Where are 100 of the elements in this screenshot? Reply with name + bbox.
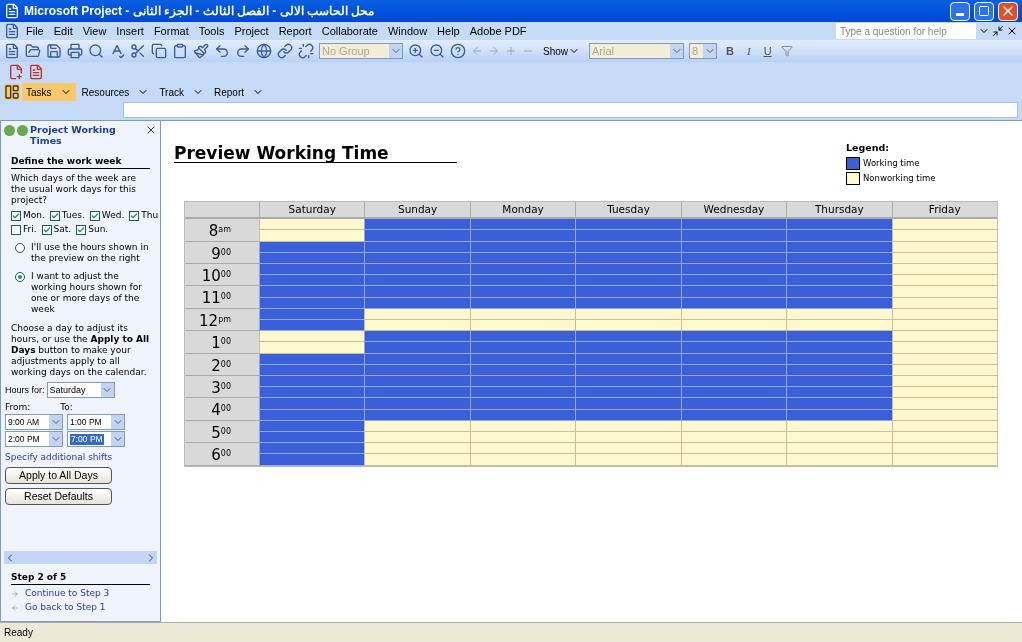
- day-label: Fri.: [23, 224, 37, 235]
- back-link[interactable]: Go back to Step 1: [25, 602, 106, 613]
- legend-label: Nonworking time: [863, 172, 936, 186]
- forward-icon[interactable]: [17, 125, 28, 136]
- underline-button[interactable]: U: [759, 42, 776, 60]
- day-checkbox[interactable]: [76, 224, 87, 235]
- menu-item[interactable]: Adobe PDF: [465, 22, 531, 40]
- print-icon[interactable]: [67, 43, 83, 59]
- day-checkbox[interactable]: [49, 210, 60, 221]
- day-label: Sat.: [53, 224, 72, 235]
- to-dropdown[interactable]: 7:00 PM: [67, 431, 125, 447]
- document-icon[interactable]: [4, 23, 20, 39]
- close-icon[interactable]: [145, 124, 157, 136]
- undo-icon[interactable]: [214, 43, 230, 59]
- day-checkbox[interactable]: [11, 210, 21, 221]
- next-link[interactable]: Continue to Step 3: [25, 588, 110, 599]
- close-button[interactable]: [998, 1, 1018, 21]
- from-dropdown[interactable]: 2:00 PM: [5, 431, 63, 447]
- brush-icon[interactable]: [193, 43, 209, 59]
- pane-button[interactable]: Apply to All Days: [5, 467, 112, 484]
- minimize-icon: [956, 12, 964, 16]
- save-icon[interactable]: [46, 43, 62, 59]
- legend-title: Legend:: [846, 141, 891, 155]
- instructions-text: Choose a day to adjust its hours, or use the Apply to All Days button to make your adjustments apply to all working days on the calendar.: [11, 322, 150, 378]
- zoom-out-icon[interactable]: [429, 43, 445, 59]
- bold-button[interactable]: B: [722, 42, 738, 60]
- cut-icon[interactable]: [130, 43, 146, 59]
- menu-item[interactable]: Collaborate: [317, 22, 382, 40]
- paste-icon[interactable]: [172, 43, 188, 59]
- day-header: Sunday: [364, 202, 470, 220]
- entry-field[interactable]: [123, 102, 1018, 118]
- close-icon[interactable]: [1006, 25, 1018, 37]
- filter-icon[interactable]: [780, 45, 793, 57]
- minimize-button[interactable]: [950, 1, 970, 21]
- menu-item[interactable]: Edit: [49, 22, 77, 40]
- radio-button[interactable]: [15, 243, 25, 253]
- day-dropdown[interactable]: Saturday: [46, 382, 115, 398]
- day-checkbox[interactable]: [129, 210, 140, 221]
- new-icon[interactable]: [4, 43, 20, 59]
- from-dropdown[interactable]: 9:00 AM: [5, 414, 63, 430]
- to-label: To:: [60, 402, 73, 413]
- day-header: Tuesday: [575, 202, 681, 220]
- pdf-icon[interactable]: [8, 64, 24, 80]
- menu-item[interactable]: Report: [274, 22, 316, 40]
- back-icon[interactable]: [4, 125, 15, 136]
- guide-tab[interactable]: Report: [210, 83, 269, 101]
- day-label: Thu: [141, 210, 159, 221]
- day-label: Sun.: [88, 224, 109, 235]
- pdf-icon[interactable]: [28, 64, 44, 80]
- shifts-link[interactable]: Specify additional shifts: [5, 448, 150, 463]
- day-header: Wednesday: [680, 202, 787, 220]
- day-checkbox[interactable]: [11, 224, 21, 235]
- menu-item[interactable]: Window: [383, 22, 432, 40]
- question-text: Which days of the week are the usual work days for this project?: [11, 173, 137, 206]
- preview-title: Preview Working Time: [174, 141, 457, 163]
- guide-tab[interactable]: Track: [155, 83, 208, 101]
- restore-button[interactable]: [974, 1, 994, 21]
- menu-item[interactable]: Tools: [194, 22, 229, 40]
- guide-icon[interactable]: [4, 84, 20, 100]
- unlink-icon[interactable]: [298, 43, 314, 59]
- guide-tab[interactable]: Tasks: [22, 83, 76, 101]
- restore-icon[interactable]: [992, 25, 1004, 37]
- app-icon: [4, 3, 20, 19]
- menu-item[interactable]: Format: [149, 22, 193, 40]
- hour-label: 2$^{00}$: [185, 353, 259, 376]
- hour-label: 8$^{am}$: [185, 219, 259, 242]
- pane-button[interactable]: Reset Defaults: [5, 488, 112, 505]
- to-dropdown[interactable]: 1:00 PM: [67, 414, 125, 430]
- menu-item[interactable]: Help: [433, 22, 464, 40]
- check-icon: [12, 211, 20, 220]
- show-button[interactable]: Show: [539, 43, 584, 59]
- copy-icon[interactable]: [151, 43, 167, 59]
- hour-label: 10$^{00}$: [185, 264, 259, 287]
- menu-item[interactable]: View: [78, 22, 111, 40]
- day-header: Friday: [891, 202, 997, 220]
- italic-button[interactable]: I: [742, 42, 755, 60]
- day-checkbox[interactable]: [89, 210, 100, 221]
- from-label: From:: [5, 402, 31, 413]
- window-title: Microsoft Project - محل الحاسب الالى - الفصل الثالث - الجزء الثانى: [24, 3, 376, 20]
- hour-label: 3$^{00}$: [185, 376, 259, 399]
- arrow-right-icon: [11, 589, 19, 598]
- spelling-icon[interactable]: [109, 43, 125, 59]
- day-label: Mon.: [23, 210, 45, 221]
- help-icon[interactable]: [450, 43, 466, 59]
- menu-item[interactable]: Insert: [112, 22, 148, 40]
- radio-button[interactable]: [15, 272, 25, 282]
- redo-icon[interactable]: [235, 43, 251, 59]
- preview-icon[interactable]: [88, 43, 104, 59]
- folder-icon[interactable]: [25, 43, 41, 59]
- menu-item[interactable]: File: [22, 22, 48, 40]
- day-checkbox[interactable]: [41, 224, 52, 235]
- zoom-in-icon[interactable]: [408, 43, 424, 59]
- hour-label: 6$^{00}$: [185, 443, 259, 466]
- guide-tab[interactable]: Resources: [77, 83, 154, 101]
- menu-item[interactable]: Project: [230, 22, 273, 40]
- hour-label: 4$^{00}$: [185, 398, 259, 421]
- globe-icon[interactable]: [256, 43, 272, 59]
- help-field[interactable]: Type a question for help: [836, 23, 976, 39]
- hours-for-label: Hours for:: [5, 384, 45, 396]
- link-icon[interactable]: [277, 43, 293, 59]
